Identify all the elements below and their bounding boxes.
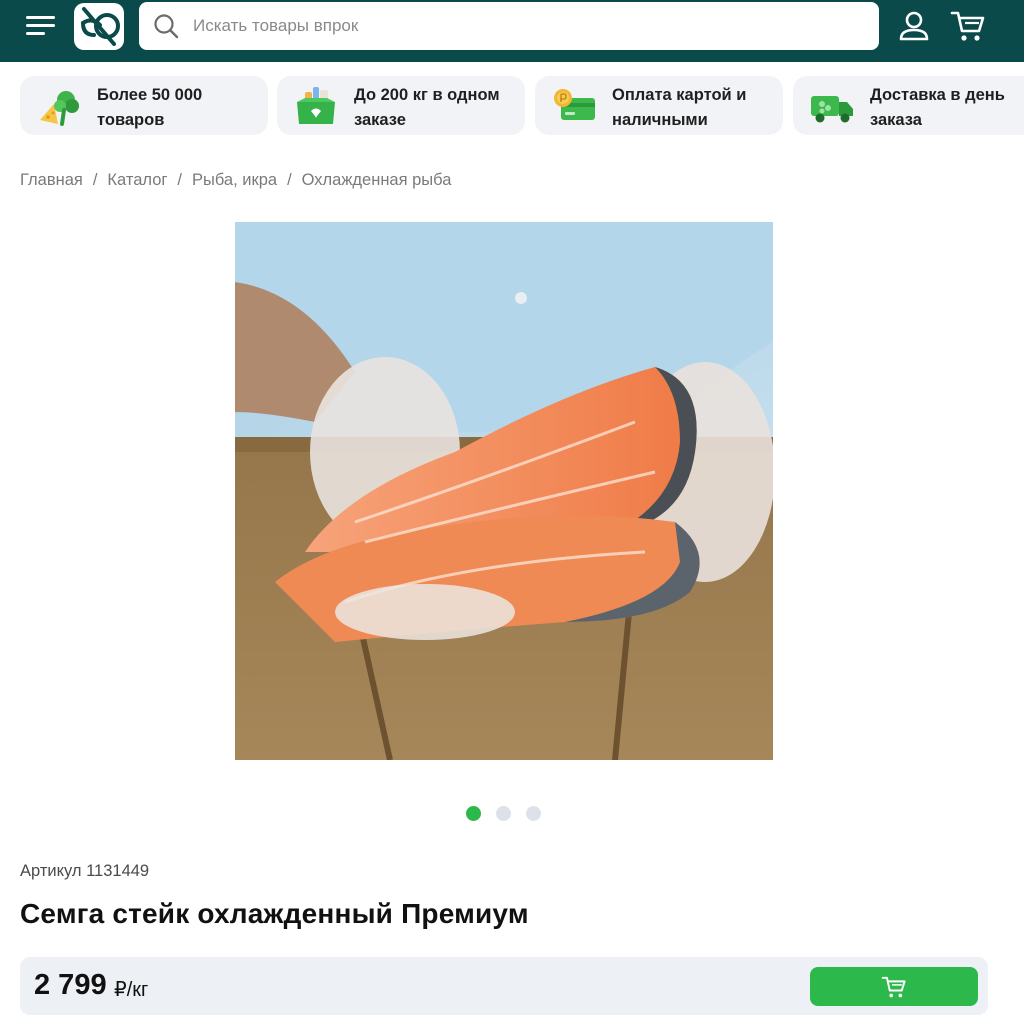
- breadcrumb-separator: /: [287, 171, 292, 189]
- feature-line: До 200 кг в одном: [354, 86, 500, 104]
- feature-line: Более 50 000: [97, 86, 203, 104]
- feature-line: заказе: [354, 111, 406, 129]
- product-price: 2 799: [34, 969, 107, 1001]
- breadcrumb-link-home[interactable]: Главная: [20, 171, 83, 190]
- feature-line: товаров: [97, 111, 165, 129]
- user-icon: [899, 11, 929, 41]
- price-unit: ₽/кг: [114, 979, 149, 1001]
- feature-line: Оплата картой и: [612, 86, 747, 104]
- menu-icon-line: [26, 24, 55, 27]
- feature-line: Доставка в день: [870, 86, 1005, 104]
- product-photo: [235, 222, 773, 760]
- features-strip: Более 50 000 товаров До 200 кг в одном з…: [20, 76, 1024, 135]
- add-to-cart-button[interactable]: [810, 967, 978, 1006]
- cart-button[interactable]: [950, 9, 986, 43]
- product-title: Семга стейк охлажденный Премиум: [20, 898, 529, 929]
- delivery-truck-icon: [811, 96, 853, 123]
- product-image[interactable]: [235, 222, 773, 760]
- groceries-icon: [40, 91, 79, 126]
- gallery-dot-3[interactable]: [526, 806, 541, 821]
- logo-icon: [81, 7, 120, 46]
- feature-text: Более 50 000 товаров: [97, 83, 265, 133]
- top-header: [0, 0, 1024, 62]
- breadcrumb: Главная / Каталог / Рыба, икра / Охлажде…: [20, 171, 451, 190]
- account-button[interactable]: [898, 10, 930, 42]
- breadcrumb-separator: /: [177, 171, 182, 189]
- breadcrumb-link-fish[interactable]: Рыба, икра: [192, 171, 277, 190]
- feature-text: До 200 кг в одном заказе: [354, 83, 522, 133]
- cart-icon: [881, 976, 906, 997]
- site-logo[interactable]: [74, 3, 124, 50]
- feature-card-weight[interactable]: До 200 кг в одном заказе: [277, 76, 525, 135]
- menu-icon-line: [26, 32, 45, 35]
- gallery-pagination: [466, 806, 556, 821]
- gallery-dot-1[interactable]: [466, 806, 481, 821]
- search-icon[interactable]: [153, 13, 179, 39]
- product-article: Артикул 1131449: [20, 862, 150, 880]
- breadcrumb-link-catalog[interactable]: Каталог: [107, 171, 167, 190]
- cart-icon: [950, 11, 985, 41]
- gallery-dot-2[interactable]: [496, 806, 511, 821]
- box-icon: [297, 87, 335, 124]
- payment-card-icon: [554, 89, 595, 120]
- feature-line: заказа: [870, 111, 922, 129]
- feature-text: Доставка в день заказа: [870, 83, 1024, 133]
- feature-card-delivery[interactable]: Доставка в день заказа: [793, 76, 1024, 135]
- breadcrumb-separator: /: [92, 171, 98, 189]
- feature-line: наличными: [612, 111, 708, 129]
- price-bar: 2 799 ₽/кг: [20, 957, 988, 1015]
- menu-icon: [26, 16, 55, 19]
- feature-card-payment[interactable]: Оплата картой и наличными: [535, 76, 783, 135]
- feature-text: Оплата картой и наличными: [612, 83, 780, 133]
- search-bar[interactable]: [139, 2, 879, 50]
- menu-button[interactable]: [26, 13, 56, 39]
- breadcrumb-link-chilled-fish[interactable]: Охлажденная рыба: [302, 171, 452, 190]
- search-input[interactable]: [193, 16, 843, 36]
- feature-card-assortment[interactable]: Более 50 000 товаров: [20, 76, 268, 135]
